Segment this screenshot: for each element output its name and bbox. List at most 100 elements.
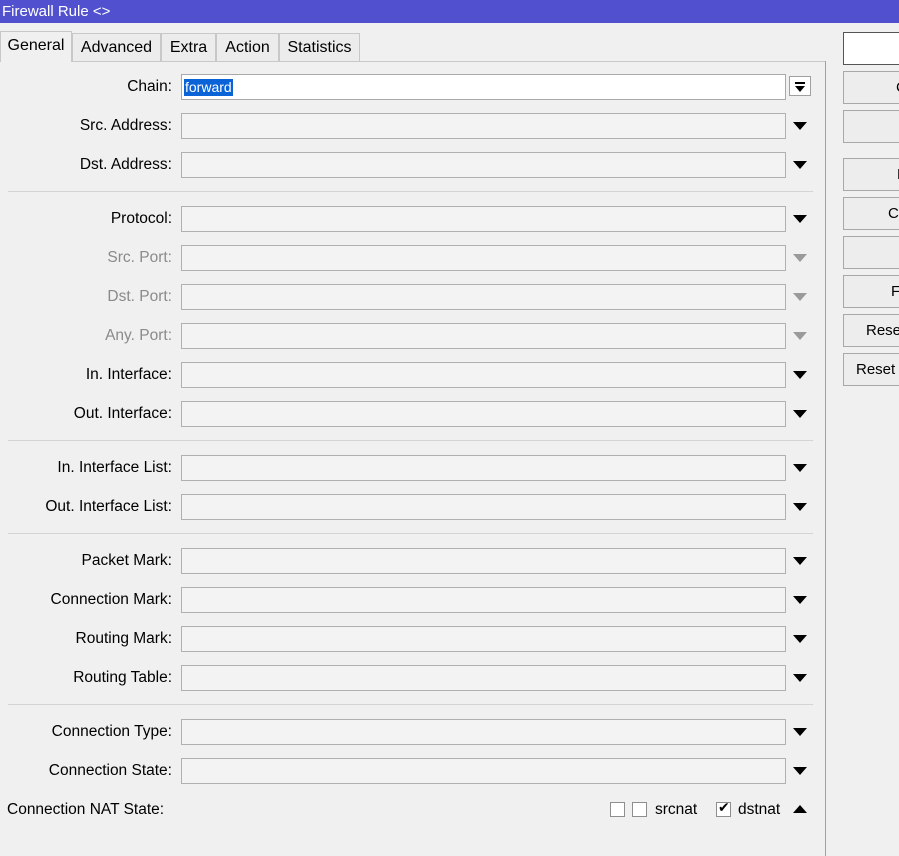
dstnat-checkbox[interactable]: ✔ bbox=[716, 800, 731, 817]
reset-counters-button[interactable]: Rese bbox=[843, 314, 899, 347]
copy-button[interactable] bbox=[843, 236, 899, 269]
connection-state-input[interactable] bbox=[181, 758, 786, 784]
src-port-input[interactable] bbox=[181, 245, 786, 271]
connection-state-label: Connection State: bbox=[48, 762, 172, 779]
src-address-label: Src. Address: bbox=[79, 117, 172, 134]
apply-button[interactable] bbox=[843, 110, 899, 143]
reset-all-counters-button[interactable]: Reset bbox=[843, 353, 899, 386]
out-interface-label: Out. Interface: bbox=[73, 405, 172, 422]
cancel-button[interactable]: C bbox=[843, 71, 899, 104]
src-address-input[interactable] bbox=[181, 113, 786, 139]
out-interface-list-input[interactable] bbox=[181, 494, 786, 520]
connection-nat-state-label: Connection NAT State: bbox=[7, 801, 165, 818]
in-interface-row: In. Interface: bbox=[0, 362, 826, 388]
section-divider bbox=[8, 191, 813, 192]
out-interface-dropdown-icon[interactable] bbox=[793, 410, 807, 418]
connection-mark-input[interactable] bbox=[181, 587, 786, 613]
tab-advanced[interactable]: Advanced bbox=[72, 33, 161, 61]
src-port-row: Src. Port: bbox=[0, 245, 826, 271]
in-interface-list-row: In. Interface List: bbox=[0, 455, 826, 481]
connection-state-dropdown-icon[interactable] bbox=[793, 767, 807, 775]
connection-mark-label: Connection Mark: bbox=[50, 591, 172, 608]
connection-mark-dropdown-icon[interactable] bbox=[793, 596, 807, 604]
routing-mark-row: Routing Mark: bbox=[0, 626, 826, 652]
remove-button[interactable]: F bbox=[843, 275, 899, 308]
out-interface-row: Out. Interface: bbox=[0, 401, 826, 427]
src-address-row: Src. Address: bbox=[0, 113, 826, 139]
src-port-dropdown-icon[interactable] bbox=[793, 254, 807, 262]
any-port-row: Any. Port: bbox=[0, 323, 826, 349]
tab-divider bbox=[0, 61, 826, 62]
dst-port-row: Dst. Port: bbox=[0, 284, 826, 310]
dst-port-label: Dst. Port: bbox=[107, 288, 172, 305]
routing-mark-dropdown-icon[interactable] bbox=[793, 635, 807, 643]
out-interface-list-row: Out. Interface List: bbox=[0, 494, 826, 520]
checkmark-icon: ✔ bbox=[718, 800, 730, 816]
protocol-dropdown-icon[interactable] bbox=[793, 215, 807, 223]
packet-mark-dropdown-icon[interactable] bbox=[793, 557, 807, 565]
routing-table-row: Routing Table: bbox=[0, 665, 826, 691]
srcnat-label: srcnat bbox=[655, 801, 698, 818]
dst-address-dropdown-icon[interactable] bbox=[793, 161, 807, 169]
collapse-up-icon[interactable] bbox=[793, 805, 807, 813]
tab-general[interactable]: General bbox=[0, 31, 72, 62]
packet-mark-label: Packet Mark: bbox=[81, 552, 172, 569]
in-interface-list-input[interactable] bbox=[181, 455, 786, 481]
out-interface-list-dropdown-icon[interactable] bbox=[793, 503, 807, 511]
routing-table-dropdown-icon[interactable] bbox=[793, 674, 807, 682]
any-port-label: Any. Port: bbox=[105, 327, 172, 344]
in-interface-input[interactable] bbox=[181, 362, 786, 388]
routing-table-input[interactable] bbox=[181, 665, 786, 691]
in-interface-label: In. Interface: bbox=[85, 366, 172, 383]
dst-address-label: Dst. Address: bbox=[79, 156, 172, 173]
packet-mark-row: Packet Mark: bbox=[0, 548, 826, 574]
chain-value: forward bbox=[184, 79, 233, 96]
src-port-label: Src. Port: bbox=[107, 249, 172, 266]
src-address-dropdown-icon[interactable] bbox=[793, 122, 807, 130]
out-interface-input[interactable] bbox=[181, 401, 786, 427]
in-interface-list-dropdown-icon[interactable] bbox=[793, 464, 807, 472]
chain-dropdown-button[interactable] bbox=[789, 76, 811, 96]
any-port-input[interactable] bbox=[181, 323, 786, 349]
srcnat-checkbox[interactable] bbox=[632, 802, 647, 817]
connection-type-input[interactable] bbox=[181, 719, 786, 745]
any-port-dropdown-icon[interactable] bbox=[793, 332, 807, 340]
connection-type-dropdown-icon[interactable] bbox=[793, 728, 807, 736]
dst-port-dropdown-icon[interactable] bbox=[793, 293, 807, 301]
tab-action[interactable]: Action bbox=[216, 33, 279, 61]
section-divider bbox=[8, 440, 813, 441]
enable-button[interactable]: E bbox=[843, 158, 899, 191]
protocol-label: Protocol: bbox=[110, 210, 172, 227]
chevron-down-icon bbox=[795, 86, 805, 92]
packet-mark-input[interactable] bbox=[181, 548, 786, 574]
protocol-input[interactable] bbox=[181, 206, 786, 232]
window-title: Firewall Rule <> bbox=[2, 3, 111, 20]
section-divider bbox=[8, 533, 813, 534]
connection-state-row: Connection State: bbox=[0, 758, 826, 784]
tab-bar: General Advanced Extra Action Statistics bbox=[0, 31, 820, 62]
dst-port-input[interactable] bbox=[181, 284, 786, 310]
in-interface-dropdown-icon[interactable] bbox=[793, 371, 807, 379]
comment-button[interactable]: C bbox=[843, 197, 899, 230]
routing-mark-label: Routing Mark: bbox=[75, 630, 172, 647]
chain-row: Chain: forward bbox=[0, 74, 826, 100]
window-title-bar: Firewall Rule <> bbox=[0, 0, 899, 23]
ok-button[interactable] bbox=[843, 32, 899, 65]
connection-type-label: Connection Type: bbox=[51, 723, 172, 740]
dst-address-input[interactable] bbox=[181, 152, 786, 178]
connection-mark-row: Connection Mark: bbox=[0, 587, 826, 613]
routing-table-label: Routing Table: bbox=[73, 669, 172, 686]
tab-extra[interactable]: Extra bbox=[161, 33, 216, 61]
protocol-row: Protocol: bbox=[0, 206, 826, 232]
routing-mark-input[interactable] bbox=[181, 626, 786, 652]
chain-input[interactable]: forward bbox=[181, 74, 786, 100]
dstnat-label: dstnat bbox=[738, 801, 781, 818]
tab-statistics[interactable]: Statistics bbox=[279, 33, 360, 61]
connection-type-row: Connection Type: bbox=[0, 719, 826, 745]
nat-state-not-checkbox[interactable] bbox=[610, 802, 625, 817]
dropdown-bar-icon bbox=[795, 82, 805, 84]
in-interface-list-label: In. Interface List: bbox=[57, 459, 172, 476]
chain-label: Chain: bbox=[127, 78, 172, 95]
out-interface-list-label: Out. Interface List: bbox=[45, 498, 172, 515]
panel-divider bbox=[825, 61, 826, 856]
